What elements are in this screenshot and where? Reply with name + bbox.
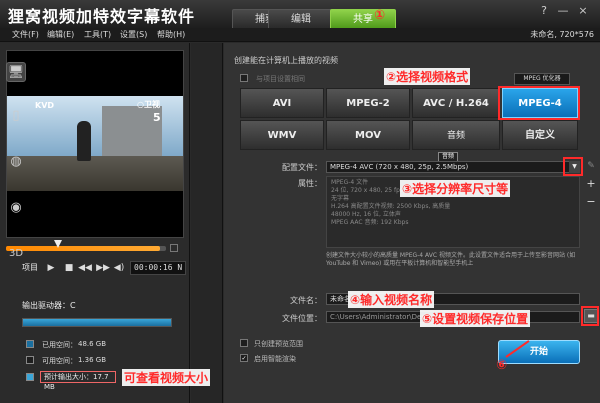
- menu-tools[interactable]: 工具(T): [84, 29, 111, 40]
- tab-edit[interactable]: 编辑: [268, 9, 334, 28]
- used-space-swatch: [26, 340, 34, 348]
- format-wmv[interactable]: WMV: [240, 120, 324, 150]
- prev-frame-icon[interactable]: ◀◀: [78, 262, 92, 274]
- profile-select[interactable]: MPEG-4 AVC (720 x 480, 25p, 2.5Mbps): [326, 161, 580, 173]
- help-icon[interactable]: ?: [537, 4, 551, 18]
- preview-logo-right: ○卫视: [137, 100, 160, 109]
- free-space-value: 1.36 GB: [78, 356, 107, 364]
- annotation-6: ⑥: [496, 358, 508, 373]
- format-custom[interactable]: 自定义: [502, 120, 578, 150]
- smart-render-checkbox[interactable]: ✓: [240, 354, 248, 362]
- disc-icon[interactable]: ◉: [6, 198, 26, 218]
- remove-icon[interactable]: −: [586, 196, 596, 208]
- profile-label: 配置文件：: [282, 163, 322, 172]
- 3d-icon[interactable]: 3D: [6, 244, 26, 264]
- timecode[interactable]: 00:00:16 N: [130, 261, 186, 275]
- project-info: 未命名, 720*576: [530, 30, 594, 39]
- annotation-box-folder: [581, 306, 599, 326]
- format-mpeg2[interactable]: MPEG-2: [326, 88, 410, 118]
- same-as-project-checkbox[interactable]: [240, 74, 248, 82]
- property-line: 48000 Hz, 16 位, 立体声: [331, 211, 401, 218]
- preview-dancer: [77, 121, 91, 161]
- output-size-label: 预计输出大小：: [44, 373, 93, 381]
- profile-description: 创建文件大小较小的高质量 MPEG-4 AVC 视频文件。此设置文件适合用于上传…: [326, 252, 576, 267]
- annotation-1: ①: [374, 8, 386, 23]
- output-size-swatch: [26, 373, 34, 381]
- property-line: H.264 高配置文件视频: 2500 Kbps, 高质量: [331, 203, 451, 210]
- preview-logo-left: KVD: [35, 101, 55, 110]
- free-space-swatch: [26, 356, 34, 364]
- annotation-3: ③选择分辨率尺寸等: [400, 180, 511, 197]
- menu-edit[interactable]: 编辑(E): [47, 29, 74, 40]
- annotation-box-profile: [563, 157, 583, 176]
- filename-label: 文件名：: [290, 296, 322, 305]
- drive-usage-bar: [22, 318, 172, 327]
- output-drive-label: 输出驱动器：C: [22, 301, 76, 310]
- output-size-box: 预计输出大小：17.7 MB: [40, 371, 116, 391]
- app-title: 狸窝视频加特效字幕软件: [8, 7, 196, 26]
- annotation-2: ②选择视频格式: [384, 68, 471, 85]
- add-icon[interactable]: +: [586, 178, 596, 190]
- play-icon[interactable]: ▶: [44, 262, 58, 274]
- computer-icon[interactable]: 🖥: [6, 62, 26, 82]
- minimize-icon[interactable]: —: [556, 4, 570, 18]
- annotation-size-note: 可查看视频大小: [122, 369, 211, 386]
- stop-icon[interactable]: ■: [62, 262, 76, 274]
- annotation-5: ⑤设置视频保存位置: [420, 310, 531, 327]
- close-icon[interactable]: ×: [576, 4, 590, 18]
- video-preview[interactable]: KVD ○卫视 5: [6, 50, 184, 238]
- used-space-label: 已用空间：: [42, 341, 77, 349]
- annotation-box-format: [498, 86, 580, 120]
- format-mov[interactable]: MOV: [326, 120, 410, 150]
- preview-channel: 5: [153, 111, 161, 124]
- annotation-4: ④输入视频名称: [348, 291, 435, 308]
- smart-render-label: 启用智能渲染: [254, 355, 296, 363]
- preview-range-checkbox[interactable]: [240, 339, 248, 347]
- location-label: 文件位置：: [282, 314, 322, 323]
- edit-icon[interactable]: ✎: [586, 160, 596, 172]
- volume-icon[interactable]: ◀): [112, 262, 126, 274]
- section-title: 创建能在计算机上播放的视频: [234, 56, 338, 65]
- menu-file[interactable]: 文件(F): [12, 29, 39, 40]
- preview-range-label: 只创建预览范围: [254, 340, 303, 348]
- format-avc-h264[interactable]: AVC / H.264: [412, 88, 500, 118]
- timeline-fill: [6, 246, 160, 251]
- used-space-value: 48.6 GB: [78, 340, 107, 348]
- menu-help[interactable]: 帮助(H): [157, 29, 185, 40]
- mpeg-optimizer-button[interactable]: MPEG 优化器: [514, 73, 570, 85]
- tab-share[interactable]: 共享: [330, 9, 396, 28]
- properties-label: 属性：: [298, 179, 322, 188]
- preview-ground: [7, 156, 183, 191]
- format-audio[interactable]: 音频: [412, 120, 500, 150]
- same-as-project-label: 与项目设置相同: [256, 75, 305, 83]
- menu-settings[interactable]: 设置(S): [120, 29, 147, 40]
- format-avi[interactable]: AVI: [240, 88, 324, 118]
- property-line: MPEG AAC 音频: 192 Kbps: [331, 219, 409, 226]
- next-frame-icon[interactable]: ▶▶: [96, 262, 110, 274]
- share-type-strip: [191, 43, 223, 403]
- loop-icon[interactable]: [170, 244, 178, 252]
- globe-icon[interactable]: ◍: [6, 152, 26, 172]
- free-space-label: 可用空间：: [42, 357, 77, 365]
- device-icon[interactable]: ▯: [6, 106, 26, 126]
